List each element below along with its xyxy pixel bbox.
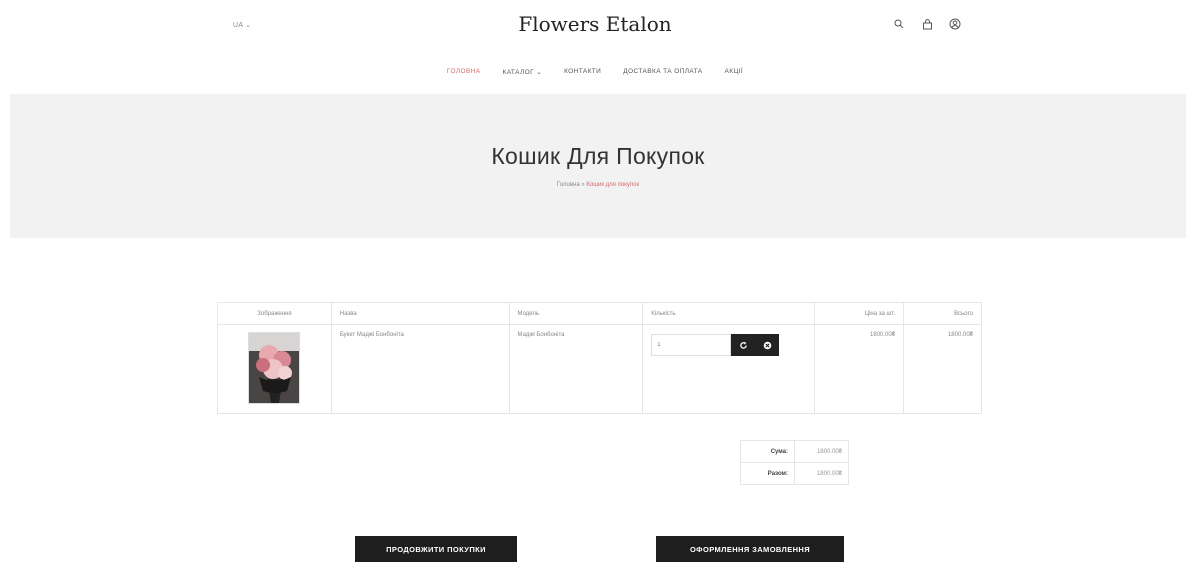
page-hero: Кошик Для Покупок Головна » Кошик для по… [10, 94, 1186, 238]
nav-item-home[interactable]: ГОЛОВНА [436, 68, 492, 76]
quantity-input[interactable] [651, 334, 732, 356]
cart-item-unit-price: 1800.00₴ [814, 324, 905, 414]
remove-item-button[interactable] [755, 334, 780, 356]
col-image: Зображення [217, 302, 332, 325]
cart-item-row: Букет Маджі Бонбоніта Маджі Бонбоніта 18… [217, 324, 982, 414]
col-quantity: Кількість [642, 302, 816, 325]
cart-table: Зображення Назва Модель Кількість Ціна з… [217, 302, 982, 414]
quantity-group [651, 334, 806, 356]
cart-icon[interactable] [920, 17, 934, 31]
product-thumbnail[interactable] [248, 332, 301, 404]
page-title: Кошик Для Покупок [491, 143, 705, 169]
col-name: Назва [330, 302, 510, 325]
breadcrumb: Головна » Кошик для покупок [10, 182, 1186, 188]
cart-item-quantity-cell [642, 324, 816, 414]
col-model: Модель [508, 302, 644, 325]
totals-row-subtotal: Сума: 1800.00₴ [740, 440, 849, 463]
breadcrumb-separator: » [581, 182, 585, 188]
site-logo[interactable]: Flowers Etalon [0, 12, 1190, 36]
header-icons [892, 17, 962, 31]
header: UA ⌄ Flowers Etalon [0, 0, 1190, 60]
main-nav: ГОЛОВНА КАТАЛОГ ⌄ КОНТАКТИ ДОСТАВКА ТА О… [0, 68, 1190, 76]
cart-item-total: 1800.00₴ [903, 324, 982, 414]
breadcrumb-home[interactable]: Головна [557, 182, 580, 188]
remove-icon [763, 341, 772, 349]
col-total: Всього [903, 302, 982, 325]
total-value: 1800.00₴ [794, 462, 849, 485]
breadcrumb-current: Кошик для покупок [586, 182, 640, 188]
total-label: Разом: [740, 462, 795, 485]
totals-table: Сума: 1800.00₴ Разом: 1800.00₴ [740, 440, 849, 485]
brand-name: Flowers Etalon [518, 12, 672, 36]
refresh-icon [740, 341, 747, 349]
nav-item-contacts[interactable]: КОНТАКТИ [553, 68, 612, 76]
cart-header-row: Зображення Назва Модель Кількість Ціна з… [217, 302, 982, 325]
cart-item-image-cell [217, 324, 332, 414]
nav-item-delivery[interactable]: ДОСТАВКА ТА ОПЛАТА [612, 68, 713, 76]
checkout-button[interactable]: ОФОРМЛЕННЯ ЗАМОВЛЕННЯ [656, 536, 844, 562]
continue-shopping-button[interactable]: ПРОДОВЖИТИ ПОКУПКИ [355, 536, 517, 562]
update-quantity-button[interactable] [731, 334, 756, 356]
cart-item-model: Маджі Бонбоніта [508, 324, 644, 414]
cart-item-name[interactable]: Букет Маджі Бонбоніта [330, 324, 510, 414]
subtotal-label: Сума: [740, 440, 795, 463]
nav-item-catalog[interactable]: КАТАЛОГ ⌄ [492, 68, 554, 76]
search-icon[interactable] [892, 17, 906, 31]
subtotal-value: 1800.00₴ [794, 440, 849, 463]
col-unit-price: Ціна за шт. [814, 302, 905, 325]
nav-item-promos[interactable]: АКЦІЇ [714, 68, 755, 76]
totals-row-total: Разом: 1800.00₴ [740, 462, 849, 485]
account-icon[interactable] [948, 17, 962, 31]
